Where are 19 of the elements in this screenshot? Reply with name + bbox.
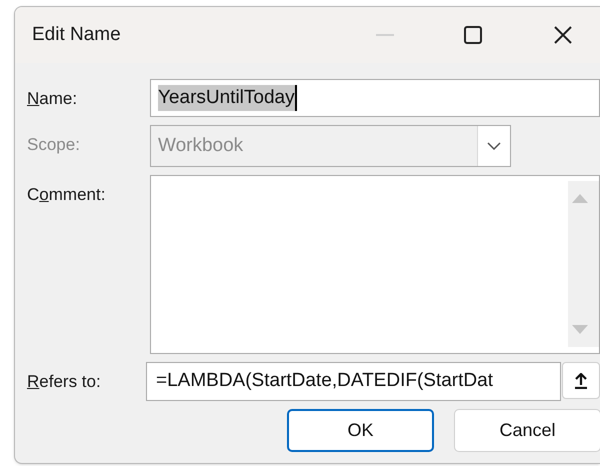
close-icon[interactable] <box>554 26 572 44</box>
scrollbar[interactable] <box>568 181 599 347</box>
field-label: Comment: <box>26 184 106 206</box>
dialog-button[interactable]: OK <box>287 409 434 452</box>
collapse-button[interactable] <box>562 362 600 399</box>
refers-to-field[interactable]: =LAMBDA(StartDate,DATEDIF(StartDat <box>146 362 561 401</box>
window-title: Edit Name <box>32 22 121 47</box>
formula-text: =LAMBDA(StartDate,DATEDIF(StartDat <box>156 369 493 394</box>
chevron-down-icon <box>487 142 501 150</box>
name-field[interactable]: YearsUntilToday <box>150 79 600 117</box>
scroll-down-icon[interactable] <box>572 325 588 334</box>
field-label: Name: <box>26 88 78 110</box>
upload-arrow-icon <box>574 372 588 388</box>
dialog-button[interactable]: Cancel <box>454 409 600 452</box>
field-label: Scope: <box>26 134 81 156</box>
field-label: Refers to: <box>26 371 102 393</box>
scroll-up-icon[interactable] <box>572 194 588 203</box>
maximize-icon[interactable] <box>464 26 482 44</box>
comment-field[interactable] <box>150 175 600 354</box>
